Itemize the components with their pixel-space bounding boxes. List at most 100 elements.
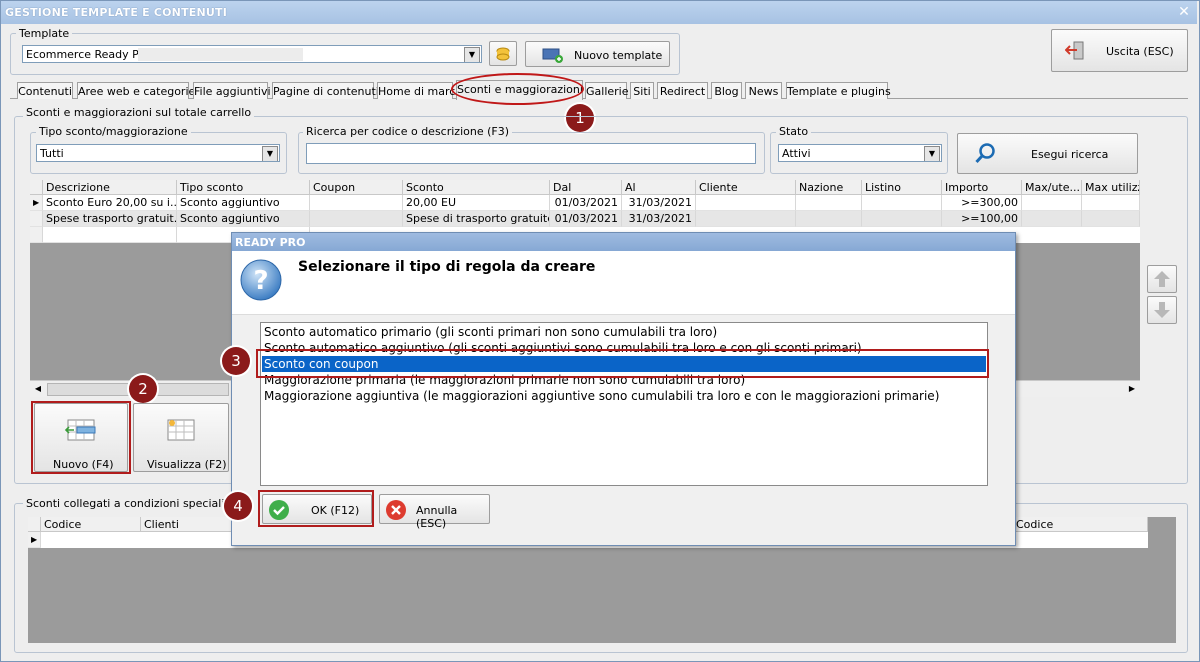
search-input[interactable]: [306, 143, 756, 164]
template-db-button[interactable]: [489, 41, 517, 66]
new-template-label: Nuovo template: [574, 49, 663, 62]
tab-news[interactable]: News: [745, 82, 782, 99]
cancel-icon: [386, 500, 406, 520]
tab-file-aggiuntivi[interactable]: File aggiuntivi: [193, 82, 271, 99]
dialog-titlebar: [232, 233, 1015, 251]
row-pointer-icon: ▶: [30, 195, 43, 211]
search-legend: Ricerca per codice o descrizione (F3): [303, 125, 513, 138]
cell: Spese di trasporto gratuite: [403, 211, 550, 227]
cell: Sconto aggiuntivo: [177, 195, 310, 211]
cell: [796, 195, 862, 211]
cancel-button[interactable]: Annulla (ESC): [379, 494, 490, 530]
col-max-utente[interactable]: Max/ute...: [1022, 180, 1082, 195]
col-tipo-sconto[interactable]: Tipo sconto: [177, 180, 310, 195]
cell: Sconto aggiuntivo: [177, 211, 310, 227]
col-codice-2[interactable]: Codice: [1013, 517, 1148, 532]
template-legend: Template: [16, 27, 73, 40]
cell: 01/03/2021: [550, 195, 622, 211]
col-dal[interactable]: Dal: [550, 180, 622, 195]
col-importo[interactable]: Importo: [942, 180, 1022, 195]
dialog-header: ? Selezionare il tipo di regola da crear…: [232, 251, 1015, 315]
tab-blog[interactable]: Blog: [711, 82, 742, 99]
new-template-button[interactable]: Nuovo template: [525, 41, 670, 67]
cell: Spese trasporto gratuit...: [43, 211, 177, 227]
cell: [1022, 195, 1082, 211]
grid-corner: [28, 517, 41, 532]
tab-redirect[interactable]: Redirect: [657, 82, 708, 99]
exit-door-icon: [1065, 41, 1084, 60]
chevron-down-icon[interactable]: ▼: [262, 146, 278, 161]
col-coupon[interactable]: Coupon: [310, 180, 403, 195]
type-select[interactable]: Tutti ▼: [36, 144, 280, 162]
col-codice[interactable]: Codice: [41, 517, 141, 532]
col-cliente[interactable]: Cliente: [696, 180, 796, 195]
col-max-utilizzi[interactable]: Max utilizzi: [1082, 180, 1140, 195]
cell: [696, 195, 796, 211]
col-descrizione[interactable]: Descrizione: [43, 180, 177, 195]
tab-contenuti[interactable]: Contenuti: [17, 82, 73, 99]
cell: [796, 211, 862, 227]
cart-discounts-legend: Sconti e maggiorazioni sul totale carrel…: [23, 106, 255, 119]
grid-corner: [30, 180, 43, 195]
table-row[interactable]: Spese trasporto gratuit... Sconto aggiun…: [30, 211, 1140, 227]
tab-home-marca[interactable]: Home di marca: [377, 82, 462, 99]
template-select[interactable]: Ecommerce Ready Pro ▼: [22, 45, 482, 63]
cancel-button-label: Annulla (ESC): [416, 504, 458, 530]
cell: >=100,00: [942, 211, 1022, 227]
chevron-down-icon[interactable]: ▼: [464, 47, 480, 62]
cell: 20,00 EU: [403, 195, 550, 211]
cell: >=300,00: [942, 195, 1022, 211]
cell: 01/03/2021: [550, 211, 622, 227]
col-al[interactable]: Al: [622, 180, 696, 195]
cell: [862, 211, 942, 227]
type-legend: Tipo sconto/maggiorazione: [36, 125, 191, 138]
option-highlight-box: [256, 349, 989, 378]
cell: [310, 195, 403, 211]
status-select[interactable]: Attivi ▼: [778, 144, 942, 162]
scroll-right-icon[interactable]: ▶: [1124, 381, 1140, 396]
search-icon: [975, 143, 995, 164]
tab-gallerie[interactable]: Gallerie: [585, 82, 629, 99]
cell: [310, 211, 403, 227]
tab-template-plugins[interactable]: Template e plugins: [786, 82, 891, 99]
col-listino[interactable]: Listino: [862, 180, 942, 195]
cell: [862, 195, 942, 211]
search-button[interactable]: Esegui ricerca: [957, 133, 1138, 174]
new-button-highlight: [31, 401, 131, 474]
type-select-value: Tutti: [40, 147, 64, 160]
col-sconto[interactable]: Sconto: [403, 180, 550, 195]
add-template-icon: [542, 48, 563, 63]
list-item[interactable]: Sconto automatico primario (gli sconti p…: [264, 324, 717, 340]
tab-highlight-oval: [451, 73, 584, 105]
chevron-down-icon[interactable]: ▼: [924, 146, 940, 161]
tab-siti[interactable]: Siti: [630, 82, 654, 99]
move-up-button[interactable]: [1147, 265, 1177, 293]
status-select-value: Attivi: [782, 147, 811, 160]
svg-text:?: ?: [253, 266, 268, 296]
view-button[interactable]: Visualizza (F2): [133, 403, 229, 472]
tab-pagine-contenuti[interactable]: Pagine di contenuti: [272, 82, 379, 99]
close-icon[interactable]: ✕: [1176, 4, 1192, 20]
cell: 31/03/2021: [622, 195, 696, 211]
cell: [1082, 211, 1140, 227]
callout-2: 2: [129, 375, 157, 403]
move-down-button[interactable]: [1147, 296, 1177, 324]
dialog-title: READY PRO: [235, 236, 306, 249]
list-item[interactable]: Maggiorazione aggiuntiva (le maggiorazio…: [264, 388, 939, 404]
ok-button-highlight: [258, 490, 374, 527]
rule-type-list[interactable]: Sconto automatico primario (gli sconti p…: [260, 322, 988, 486]
database-icon: [496, 47, 510, 61]
col-nazione[interactable]: Nazione: [796, 180, 862, 195]
exit-button[interactable]: Uscita (ESC): [1051, 29, 1188, 72]
scroll-left-icon[interactable]: ◀: [30, 381, 46, 396]
table-row[interactable]: ▶ Sconto Euro 20,00 su i... Sconto aggiu…: [30, 195, 1140, 211]
exit-label: Uscita (ESC): [1106, 45, 1174, 58]
cell: [696, 211, 796, 227]
callout-3: 3: [222, 347, 250, 375]
dialog-heading: Selezionare il tipo di regola da creare: [298, 259, 596, 275]
status-legend: Stato: [776, 125, 812, 138]
cell: Sconto Euro 20,00 su i...: [43, 195, 177, 211]
arrow-up-icon: [1154, 271, 1170, 287]
row-pointer-icon: ▶: [28, 532, 41, 548]
tab-aree-web[interactable]: Aree web e categorie: [77, 82, 195, 99]
